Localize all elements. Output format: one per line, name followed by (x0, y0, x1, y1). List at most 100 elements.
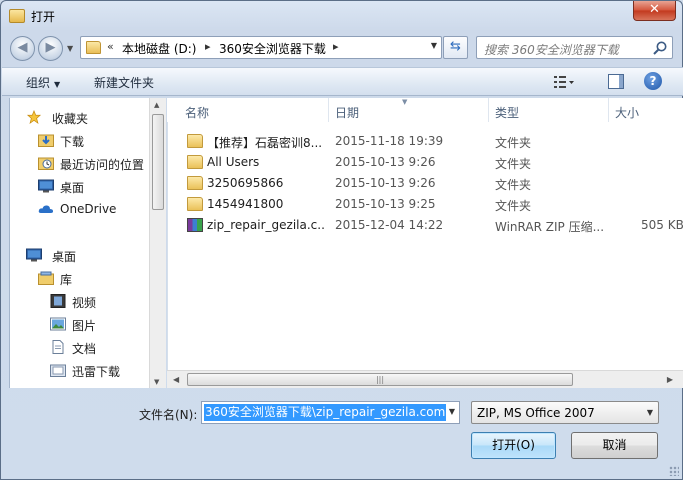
chevron-down-icon[interactable]: ▼ (431, 41, 437, 50)
file-row[interactable]: 1454941800 2015-10-13 9:25 文件夹 (167, 194, 683, 215)
open-file-dialog: 打开 ✕ ◀ ▶ ▼ « 本地磁盘 (D:) ▸ 360安全浏览器下载 ▸ ▼ … (0, 0, 683, 480)
folder-icon (187, 197, 203, 211)
breadcrumb-separator-icon[interactable]: ▸ (205, 40, 211, 53)
column-header-type[interactable]: 类型 (495, 98, 519, 122)
breadcrumb-separator-icon[interactable]: ▸ (333, 40, 339, 53)
navigation-pane-scrollbar[interactable]: ▲ ▼ (149, 98, 166, 388)
file-type: 文件夹 (495, 178, 532, 192)
file-type-filter-dropdown[interactable]: ZIP, MS Office 2007 ▼ (471, 401, 659, 424)
folder-icon (9, 9, 25, 23)
desktop-icon (26, 248, 42, 262)
file-type: 文件夹 (495, 157, 532, 171)
column-header-row: 名称 日期 ▼ 类型 大小 (167, 98, 683, 122)
file-row[interactable]: 3250695866 2015-10-13 9:26 文件夹 (167, 173, 683, 194)
star-icon (26, 110, 42, 124)
command-bar: 组织 ▼ 新建文件夹 ? (2, 67, 683, 96)
close-icon: ✕ (649, 2, 660, 17)
file-size: 505 KB (641, 218, 683, 232)
file-date: 2015-10-13 9:26 (335, 155, 436, 169)
folder-icon (86, 41, 101, 54)
scrollbar-thumb[interactable]: ||| (187, 373, 573, 386)
file-date: 2015-10-13 9:26 (335, 176, 436, 190)
preview-pane-icon[interactable] (608, 74, 624, 89)
breadcrumb-drive[interactable]: 本地磁盘 (D:) (122, 40, 196, 57)
file-type: 文件夹 (495, 136, 532, 150)
forward-button[interactable]: ▶ (38, 36, 63, 61)
picture-icon (50, 317, 66, 331)
column-header-date[interactable]: 日期 (335, 98, 359, 122)
address-overflow-chevron[interactable]: « (107, 40, 114, 53)
arrow-left-icon: ◀ (17, 40, 28, 55)
nav-item-label: OneDrive (60, 202, 117, 216)
search-placeholder: 搜索 360安全浏览器下载 (484, 43, 619, 57)
organize-label: 组织 (26, 76, 51, 90)
search-icon[interactable] (652, 40, 668, 56)
file-date: 2015-12-04 14:22 (335, 218, 444, 232)
back-button[interactable]: ◀ (10, 36, 35, 61)
column-divider[interactable] (328, 98, 329, 122)
arrow-right-icon: ▶ (45, 40, 56, 55)
breadcrumb-folder[interactable]: 360安全浏览器下载 (219, 40, 326, 57)
resize-grip-icon[interactable] (669, 466, 679, 476)
scroll-down-icon[interactable]: ▼ (154, 378, 159, 386)
file-date: 2015-10-13 9:25 (335, 197, 436, 211)
file-row[interactable]: zip_repair_gezila.c... 2015-12-04 14:22 … (167, 215, 683, 236)
folder-icon (187, 134, 203, 148)
navigation-pane: 收藏夹 下载 最近访问的位置 桌面 OneDrive 桌面 库 视频 图片 文档… (9, 98, 166, 388)
zip-archive-icon (187, 218, 203, 232)
file-date: 2015-11-18 19:39 (335, 134, 444, 148)
file-type: WinRAR ZIP 压缩... (495, 220, 605, 234)
folder-icon (187, 176, 203, 190)
file-type-filter-value: ZIP, MS Office 2007 (477, 406, 595, 420)
filename-input-value[interactable]: 360安全浏览器下载\zip_repair_gezila.com (204, 404, 447, 421)
column-header-size[interactable]: 大小 (615, 98, 639, 122)
nav-item-label: 桌面 (60, 181, 85, 195)
chevron-down-icon[interactable]: ▼ (449, 407, 455, 416)
file-name: 3250695866 (207, 176, 284, 190)
nav-item-label: 库 (60, 273, 73, 287)
nav-item-label: 最近访问的位置 (60, 158, 145, 172)
file-row[interactable]: All Users 2015-10-13 9:26 文件夹 (167, 152, 683, 173)
nav-item-label: 下载 (60, 135, 85, 149)
view-options-icon[interactable] (553, 74, 575, 90)
nav-item-label: 视频 (72, 296, 97, 310)
file-type: 文件夹 (495, 199, 532, 213)
window-title: 打开 (31, 10, 56, 24)
scroll-left-icon[interactable]: ◀ (173, 375, 179, 384)
filename-label: 文件名(N): (139, 408, 198, 422)
organize-button[interactable]: 组织 ▼ (26, 74, 60, 91)
column-divider[interactable] (488, 98, 489, 122)
scrollbar-thumb[interactable] (152, 114, 164, 210)
document-icon (52, 340, 64, 354)
scroll-right-icon[interactable]: ▶ (667, 375, 673, 384)
chevron-down-icon: ▼ (54, 80, 61, 89)
nav-item-label: 图片 (72, 319, 97, 333)
filename-combobox[interactable]: 360安全浏览器下载\zip_repair_gezila.com ▼ (201, 401, 460, 424)
sort-indicator-icon: ▼ (402, 98, 408, 106)
desktop-icon (38, 179, 54, 193)
file-row[interactable]: 【推荐】石磊密训8... 2015-11-18 19:39 文件夹 (167, 131, 683, 152)
file-name: 【推荐】石磊密训8... (207, 136, 323, 150)
refresh-button[interactable]: ⇆ (443, 36, 468, 59)
title-bar[interactable]: 打开 ✕ (1, 1, 682, 29)
search-box[interactable]: 搜索 360安全浏览器下载 (476, 36, 673, 59)
nav-item-label: 迅雷下载 (72, 365, 121, 379)
cancel-button[interactable]: 取消 (571, 432, 658, 459)
close-button[interactable]: ✕ (633, 1, 676, 21)
new-folder-button[interactable]: 新建文件夹 (94, 74, 154, 91)
file-name: zip_repair_gezila.c... (207, 218, 325, 232)
cloud-icon (38, 205, 54, 213)
address-bar[interactable]: « 本地磁盘 (D:) ▸ 360安全浏览器下载 ▸ ▼ (80, 36, 442, 59)
column-header-name[interactable]: 名称 (185, 98, 209, 122)
nav-item-label: 文档 (72, 342, 97, 356)
column-divider[interactable] (608, 98, 609, 122)
help-icon[interactable]: ? (644, 72, 662, 90)
open-button[interactable]: 打开(O) (471, 432, 556, 459)
recent-pages-dropdown-icon[interactable]: ▼ (67, 44, 73, 53)
downloads-folder-icon (38, 134, 54, 147)
nav-item-label: 收藏夹 (52, 112, 89, 126)
file-name: 1454941800 (207, 197, 284, 211)
file-list-horizontal-scrollbar[interactable]: ◀ ||| ▶ (167, 370, 683, 388)
scroll-up-icon[interactable]: ▲ (154, 101, 159, 109)
nav-item-label: 桌面 (52, 250, 77, 264)
